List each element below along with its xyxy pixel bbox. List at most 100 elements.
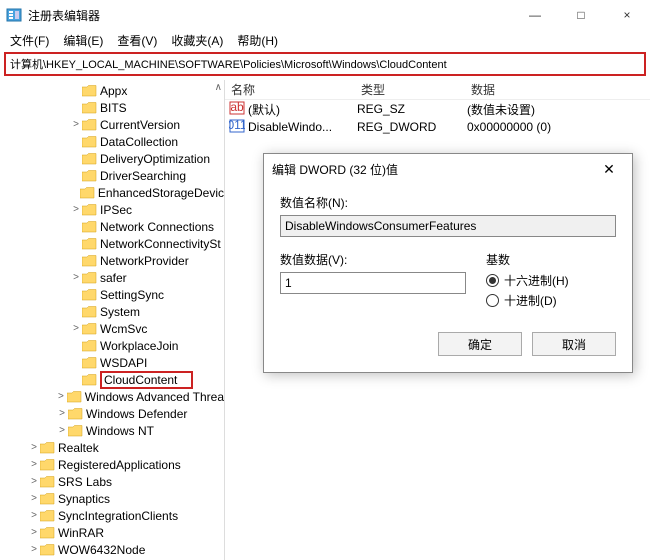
tree-item[interactable]: DataCollection <box>0 133 224 150</box>
tree-item[interactable]: > CurrentVersion <box>0 116 224 133</box>
menubar: 文件(F) 编辑(E) 查看(V) 收藏夹(A) 帮助(H) <box>0 30 650 50</box>
menu-view[interactable]: 查看(V) <box>111 30 163 51</box>
col-data[interactable]: 数据 <box>465 79 650 100</box>
tree-item[interactable]: DeliveryOptimization <box>0 150 224 167</box>
tree-item-label: IPSec <box>100 203 132 217</box>
tree-item[interactable]: >Windows NT <box>0 422 224 439</box>
expand-icon[interactable]: > <box>70 323 82 334</box>
close-button[interactable]: × <box>604 0 650 30</box>
tree-item[interactable]: EnhancedStorageDevic <box>0 184 224 201</box>
expand-icon[interactable]: > <box>55 391 67 402</box>
folder-icon <box>82 136 97 148</box>
menu-favorites[interactable]: 收藏夹(A) <box>165 30 229 51</box>
tree-item-label: SyncIntegrationClients <box>58 509 178 523</box>
tree-item[interactable]: NetworkConnectivitySt <box>0 235 224 252</box>
minimize-button[interactable]: — <box>512 0 558 30</box>
tree-item-label: Windows Defender <box>86 407 187 421</box>
tree-item-label: NetworkConnectivitySt <box>100 237 221 251</box>
tree-item[interactable]: >Synaptics <box>0 490 224 507</box>
radio-hex[interactable]: 十六进制(H) <box>486 272 616 289</box>
tree-item-label: CurrentVersion <box>100 118 180 132</box>
tree-item-label: safer <box>100 271 127 285</box>
value-name-input[interactable] <box>280 215 616 237</box>
tree-item[interactable]: NetworkProvider <box>0 252 224 269</box>
menu-file[interactable]: 文件(F) <box>4 30 55 51</box>
folder-icon <box>40 493 55 505</box>
expand-icon[interactable]: > <box>28 442 40 453</box>
tree-item[interactable]: > Windows Advanced Threa <box>0 388 224 405</box>
tree-item[interactable]: WorkplaceJoin <box>0 337 224 354</box>
expand-icon[interactable]: > <box>70 204 82 215</box>
expand-icon[interactable]: > <box>28 459 40 470</box>
tree-item[interactable]: > Windows Defender <box>0 405 224 422</box>
titlebar: 注册表编辑器 — □ × <box>0 0 650 30</box>
tree-item[interactable]: > IPSec <box>0 201 224 218</box>
col-type[interactable]: 类型 <box>355 79 465 100</box>
value-data-input[interactable] <box>280 272 466 294</box>
address-bar[interactable]: 计算机\HKEY_LOCAL_MACHINE\SOFTWARE\Policies… <box>4 52 646 76</box>
tree-item-label: DataCollection <box>100 135 178 149</box>
radio-dec-icon <box>486 294 499 307</box>
dialog-close-button[interactable]: ✕ <box>594 161 624 178</box>
expand-icon[interactable]: > <box>70 272 82 283</box>
tree-item-label: WinRAR <box>58 526 104 540</box>
tree-item[interactable]: Appx <box>0 82 224 99</box>
list-row[interactable]: 011DisableWindo...REG_DWORD0x00000000 (0… <box>225 118 650 136</box>
folder-icon <box>82 357 97 369</box>
folder-icon <box>82 102 97 114</box>
expand-icon[interactable]: > <box>28 476 40 487</box>
folder-icon <box>82 374 97 386</box>
tree-item[interactable]: BITS <box>0 99 224 116</box>
folder-icon <box>40 442 55 454</box>
tree-item-label: EnhancedStorageDevic <box>98 186 224 200</box>
value-data: (数值未设置) <box>467 101 650 118</box>
tree-item[interactable]: Network Connections <box>0 218 224 235</box>
ok-button[interactable]: 确定 <box>438 332 522 356</box>
tree-item[interactable]: System <box>0 303 224 320</box>
tree-item-label: WSDAPI <box>100 356 147 370</box>
tree-item[interactable]: WSDAPI <box>0 354 224 371</box>
tree-item[interactable]: CloudContent <box>0 371 224 388</box>
list-header: 名称 类型 数据 <box>225 80 650 100</box>
tree-item[interactable]: > SyncIntegrationClients <box>0 507 224 524</box>
tree-item[interactable]: > safer <box>0 269 224 286</box>
scroll-up-icon[interactable]: ∧ <box>215 82 222 93</box>
expand-icon[interactable]: > <box>28 544 40 555</box>
list-row[interactable]: ab(默认)REG_SZ(数值未设置) <box>225 100 650 118</box>
tree-item[interactable]: >WcmSvc <box>0 320 224 337</box>
expand-icon[interactable]: > <box>28 493 40 504</box>
tree-item[interactable]: > Realtek <box>0 439 224 456</box>
radio-hex-icon <box>486 274 499 287</box>
maximize-button[interactable]: □ <box>558 0 604 30</box>
tree-item-label: Realtek <box>58 441 99 455</box>
folder-icon <box>40 476 55 488</box>
cancel-button[interactable]: 取消 <box>532 332 616 356</box>
tree-item-label: Windows Advanced Threa <box>85 390 224 404</box>
expand-icon[interactable]: > <box>28 527 40 538</box>
folder-icon <box>82 340 97 352</box>
tree-item-label: System <box>100 305 140 319</box>
tree-item-label: SRS Labs <box>58 475 112 489</box>
expand-icon[interactable]: > <box>56 408 68 419</box>
tree-item[interactable]: > WinRAR <box>0 524 224 541</box>
tree-item[interactable]: >RegisteredApplications <box>0 456 224 473</box>
col-name[interactable]: 名称 <box>225 79 355 100</box>
tree-item-label: NetworkProvider <box>100 254 189 268</box>
folder-icon <box>82 306 97 318</box>
radio-dec[interactable]: 十进制(D) <box>486 292 616 309</box>
menu-edit[interactable]: 编辑(E) <box>57 30 109 51</box>
folder-icon <box>82 255 97 267</box>
expand-icon[interactable]: > <box>56 425 68 436</box>
folder-icon <box>82 272 97 284</box>
expand-icon[interactable]: > <box>28 510 40 521</box>
radio-dec-label: 十进制(D) <box>504 292 557 309</box>
expand-icon[interactable]: > <box>70 119 82 130</box>
tree-item[interactable]: > SRS Labs <box>0 473 224 490</box>
tree-item[interactable]: SettingSync <box>0 286 224 303</box>
tree-item[interactable]: DriverSearching <box>0 167 224 184</box>
menu-help[interactable]: 帮助(H) <box>231 30 284 51</box>
tree-item[interactable]: >WOW6432Node <box>0 541 224 558</box>
value-name-label: 数值名称(N): <box>280 194 616 211</box>
tree-item-label: DeliveryOptimization <box>100 152 210 166</box>
value-name: DisableWindo... <box>248 120 357 134</box>
